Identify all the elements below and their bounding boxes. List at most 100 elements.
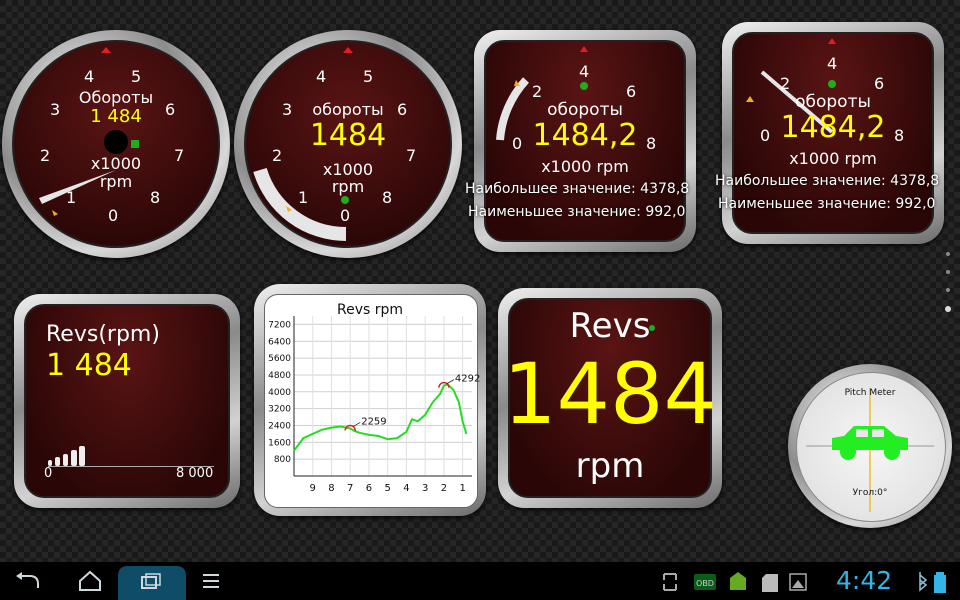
graph-y-tick-label: 800 [274,455,291,465]
graph-y-tick-label: 5600 [268,354,291,364]
gauge-4-max-label: Наибольшее значение: 4378,8 [715,173,940,189]
gauge-1-amber-marker [52,210,58,216]
battery-icon [934,572,946,593]
gauge-3-tick-4: 4 [579,62,590,81]
obd-icon: OBD [694,574,716,590]
bar-level-mark [55,457,60,466]
gauge-1-label: Обороты [78,88,154,107]
digital-label: Revs [569,306,651,346]
fullscreen-icon[interactable] [663,573,677,591]
back-button[interactable] [16,572,39,588]
gauge-1-tick-5: 5 [131,67,142,86]
revs-bar-widget[interactable]: Revs(rpm) 1 484 0 8 000 [14,294,240,508]
gauge-2-red-marker [343,47,353,53]
gauge-3-green-marker [580,82,588,90]
gauge-4-label: обороты [795,92,871,112]
gauge-4-tick-6: 6 [874,74,885,93]
gauge-4-unit: x1000 rpm [789,149,877,168]
graph-x-tick-label: 1 [459,483,465,494]
home-button[interactable] [79,570,101,591]
gauge-3-unit: x1000 rpm [541,157,629,176]
android-debug-icon [730,572,746,590]
graph-x-tick-label: 4 [403,483,409,494]
system-navbar: OBD 4:42 [0,562,960,600]
graph-y-tick-label: 1600 [268,438,291,448]
gauge-2-tick-4: 4 [316,67,327,86]
gauge-3-tick-2: 2 [532,82,543,101]
page-indicator [944,252,952,328]
gauge-3-value: 1484,2 [532,118,638,153]
digital-value: 1484 [503,345,717,443]
graph-x-tick-label: 8 [328,483,334,494]
bar-level-mark [63,454,68,466]
gauge-1-unit-2: rpm [99,172,133,191]
graph-x-tick-label: 3 [422,483,428,494]
graph-x-tick-label: 9 [310,483,316,494]
pitch-meter-title: Pitch Meter [844,388,896,398]
revs-digital-widget[interactable]: Revs 1484 rpm [498,288,722,508]
graph-y-tick-label: 4800 [268,371,291,381]
gauge-4-min-label: Наименьшее значение: 992,0 [718,196,936,212]
pitch-angle-label: Угол:0° [852,488,888,498]
bar-widget-label: Revs(rpm) [46,322,160,347]
graph-x-tick-label: 2 [441,483,447,494]
graph-y-tick-label: 3200 [268,405,291,415]
bar-widget-level [46,432,216,466]
page-dot [946,270,950,274]
page-dot [946,288,950,292]
gauge-1-green-marker [131,140,139,148]
bar-level-mark [71,450,77,466]
menu-button[interactable] [203,574,219,588]
graph-annotation-leader [446,379,455,384]
graph-y-tick-label: 7200 [268,320,291,330]
page-dot [946,252,950,256]
gauge-3-tick-6: 6 [626,82,637,101]
gauge-1-value: 1 484 [90,106,142,127]
rpm-gauge-1[interactable]: 0 1 2 3 4 5 6 7 8 Обороты 1 484 x1000 rp… [2,30,230,258]
digital-unit: rpm [575,446,645,486]
revs-graph-widget[interactable]: Revs rpm 800 1600 2400 3200 4000 4800 5600 6400… [254,284,486,516]
bar-widget-scale-max: 8 000 [176,466,214,481]
graph-y-tick-label: 4000 [268,388,291,398]
gauge-2-value: 1484 [309,118,387,153]
bar-widget-scale-min: 0 [44,466,53,481]
gauge-4-value: 1484,2 [780,110,886,145]
gauge-4-green-marker [828,80,836,88]
graph-y-tick-label: 2400 [268,421,291,431]
gauge-4-tick-2: 2 [780,74,791,93]
page-dot-active [945,306,951,312]
gauge-2-tick-0: 0 [340,206,351,225]
svg-text:OBD: OBD [696,579,714,588]
graph-annotation-label: 2259 [361,416,386,427]
graph-x-tick-label: 5 [384,483,390,494]
pitch-meter[interactable]: Pitch Meter Угол:0° [788,364,952,528]
bluetooth-icon [919,572,928,592]
gauge-4-red-marker [828,38,836,44]
gauge-1-unit-1: x1000 [90,154,142,173]
gauge-1-hub [104,130,128,154]
gauge-2-unit-2: rpm [331,177,365,196]
graph-x-tick-label: 7 [347,483,353,494]
digital-green-dot [649,325,655,331]
bar-widget-value: 1 484 [46,348,132,383]
navbar-svg: OBD [16,566,946,600]
gauge-4-tick-4: 4 [827,54,838,73]
clock: 4:42 [836,566,893,595]
bar-level-mark [79,446,85,466]
recent-apps-button[interactable] [118,566,186,600]
gauge-1-red-marker [101,47,111,53]
gauge-3-red-marker [580,46,588,52]
graph-plot: 800 1600 2400 3200 4000 4800 5600 6400 7200 9 8 7 6 5… [268,316,480,494]
graph-y-tick-label: 6400 [268,337,291,347]
gallery-icon [789,573,807,591]
gauge-2-green-marker [341,196,349,204]
gauge-2-label: обороты [312,100,384,119]
gauge-1-tick-0: 0 [108,206,119,225]
gauge-3-label: обороты [547,100,623,120]
gauge-3-max-label: Наибольшее значение: 4378,8 [465,181,690,197]
gauge-2-tick-5: 5 [363,67,374,86]
graph-annotation-label: 4292 [455,374,480,385]
graph-x-tick-label: 6 [366,483,372,494]
rpm-gauge-2[interactable]: 0 1 2 3 4 5 6 7 8 обороты 1484 x1000 rpm [234,30,462,258]
gauge-3-min-label: Наименьшее значение: 992,0 [468,204,686,220]
